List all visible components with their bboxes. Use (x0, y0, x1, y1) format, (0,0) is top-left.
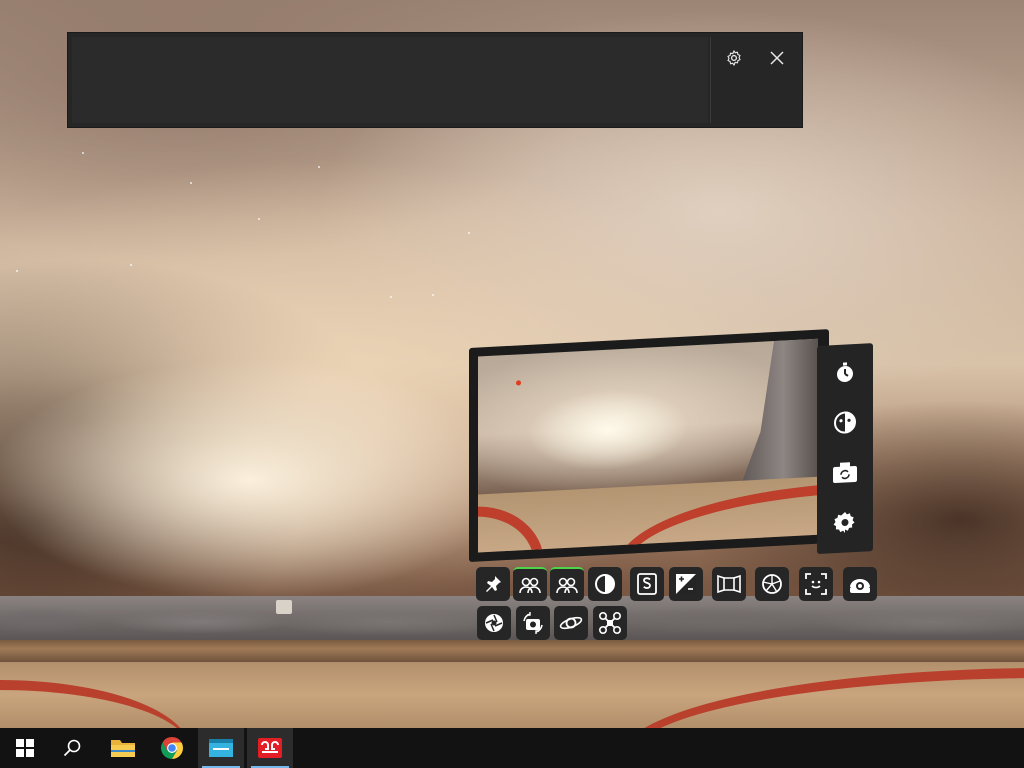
stopwatch-icon (837, 362, 853, 383)
mountain-range (0, 596, 1024, 640)
window-icon (209, 739, 233, 757)
chrome-button[interactable] (149, 728, 195, 768)
camera-view (478, 338, 818, 553)
exposure-icon (676, 574, 696, 594)
webcam-button[interactable] (843, 567, 877, 601)
contrast-button[interactable] (588, 567, 622, 601)
folder-icon (111, 740, 135, 757)
shutter-icon (485, 614, 503, 632)
aperture-button[interactable] (755, 567, 789, 601)
overlay-panel (68, 33, 802, 127)
switch-camera-button[interactable] (827, 454, 863, 492)
mode-a-button[interactable] (513, 567, 547, 601)
app-vr-button[interactable] (247, 728, 293, 768)
search-button[interactable] (49, 728, 95, 768)
orbit-button[interactable] (554, 606, 588, 640)
record-dot (516, 380, 521, 386)
face-focus-icon (805, 573, 827, 595)
camera-preview[interactable] (469, 329, 829, 562)
chrome-icon (161, 737, 183, 759)
cliff (738, 339, 818, 493)
close-icon (770, 51, 784, 65)
camera-rotate-icon (523, 612, 543, 634)
camera-sidebar (817, 343, 873, 554)
divider (710, 37, 711, 123)
settings-button[interactable] (721, 45, 747, 71)
framing-button[interactable] (712, 567, 746, 601)
windows-icon (16, 739, 34, 757)
exposure-button[interactable] (669, 567, 703, 601)
face-focus-button[interactable] (799, 567, 833, 601)
taskbar (0, 728, 1024, 768)
vr-logo-icon (258, 738, 282, 758)
face-toggle-icon (834, 411, 856, 434)
users-icon (519, 577, 541, 594)
close-button[interactable] (764, 45, 790, 71)
start-button[interactable] (2, 728, 48, 768)
file-explorer-button[interactable] (100, 728, 146, 768)
s-frame-icon (637, 573, 657, 595)
aperture-icon (762, 574, 782, 594)
smoothing-button[interactable] (630, 567, 664, 601)
users-icon (556, 577, 578, 594)
orbit-icon (559, 616, 583, 630)
pin-button[interactable] (476, 567, 510, 601)
wooden-rail (0, 640, 1024, 662)
camera-settings-button[interactable] (827, 504, 863, 542)
gear-icon (727, 50, 741, 66)
overlay-panel-content (72, 37, 708, 123)
webcam-icon (850, 579, 870, 593)
capture-button[interactable] (516, 606, 550, 640)
floating-object (276, 600, 292, 614)
drone-button[interactable] (593, 606, 627, 640)
app-window-button[interactable] (198, 728, 244, 768)
search-icon (63, 739, 81, 757)
face-swap-button[interactable] (827, 404, 863, 442)
pin-icon (486, 576, 501, 592)
gear-icon (833, 512, 855, 534)
shutter-button[interactable] (477, 606, 511, 640)
drone-icon (598, 611, 622, 635)
contrast-icon (595, 574, 615, 594)
mode-b-button[interactable] (550, 567, 584, 601)
frame-icon (717, 574, 741, 594)
timer-button[interactable] (827, 354, 863, 392)
camera-switch-icon (833, 462, 857, 484)
